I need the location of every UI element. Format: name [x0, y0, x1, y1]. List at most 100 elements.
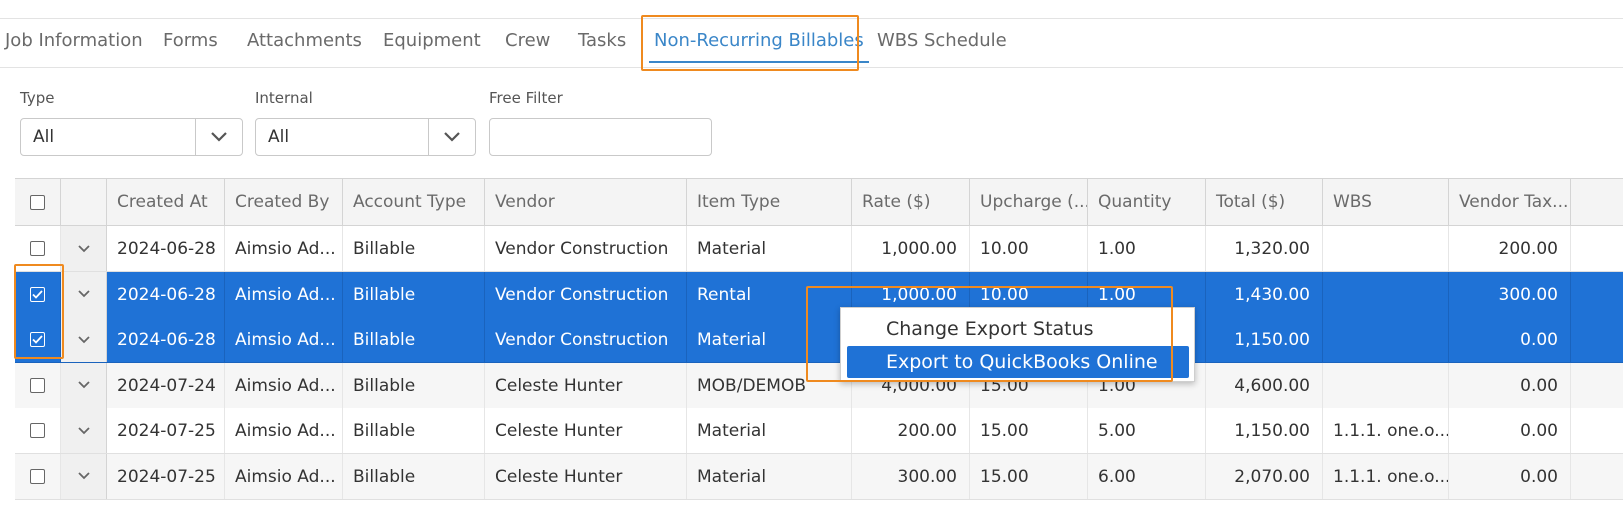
- cell-account-type: Billable: [343, 453, 485, 499]
- row-expand-button[interactable]: [61, 408, 107, 453]
- cell-created-at: 2024-06-28: [107, 317, 225, 362]
- col-quantity[interactable]: Quantity: [1088, 179, 1206, 225]
- cell-vendor-tax: 0.00: [1449, 408, 1571, 453]
- cell-rate: 1,000.00: [852, 226, 970, 271]
- table-row[interactable]: 2024-07-25 Aimsio Ad... Billable Celeste Hu…: [15, 453, 1623, 500]
- chevron-down-icon[interactable]: [195, 119, 242, 155]
- cell-created-at: 2024-06-28: [107, 271, 225, 317]
- cell-wbs: [1323, 362, 1449, 408]
- cell-rate: 300.00: [852, 453, 970, 499]
- chevron-down-icon: [77, 381, 90, 389]
- cell-upcharge: 15.00: [970, 453, 1088, 499]
- cell-vendor: Vendor Construction: [485, 317, 687, 362]
- cell-item-type: Material: [687, 408, 852, 453]
- cell-wbs: [1323, 317, 1449, 362]
- cell-vendor: Celeste Hunter: [485, 362, 687, 408]
- cell-total: 4,600.00: [1206, 362, 1323, 408]
- select-all-checkbox[interactable]: [30, 194, 45, 210]
- col-wbs[interactable]: WBS: [1323, 179, 1449, 225]
- row-expand-button[interactable]: [61, 453, 107, 499]
- cell-total: 1,430.00: [1206, 271, 1323, 317]
- cell-created-by: Aimsio Ad...: [225, 317, 343, 362]
- row-expand-button[interactable]: [61, 362, 107, 408]
- row-checkbox-checked[interactable]: [30, 286, 45, 302]
- col-vendor-tax[interactable]: Vendor Tax...: [1449, 179, 1571, 225]
- row-expand-button[interactable]: [61, 226, 107, 271]
- chevron-down-icon: [77, 335, 90, 344]
- tab-job-information[interactable]: Job Information: [5, 19, 143, 67]
- col-item-type[interactable]: Item Type: [687, 179, 852, 225]
- cell-vendor: Celeste Hunter: [485, 408, 687, 453]
- cell-wbs: 1.1.1. one.o...: [1323, 453, 1449, 499]
- chevron-down-icon: [77, 472, 90, 480]
- col-vendor[interactable]: Vendor: [485, 179, 687, 225]
- table-row[interactable]: 2024-06-28 Aimsio Ad... Billable Vendor Con…: [15, 271, 1623, 318]
- tab-tasks[interactable]: Tasks: [578, 19, 626, 67]
- tab-attachments[interactable]: Attachments: [247, 19, 362, 67]
- col-account-type[interactable]: Account Type: [343, 179, 485, 225]
- row-checkbox[interactable]: [30, 377, 45, 393]
- cell-item-type: Material: [687, 453, 852, 499]
- checkmark-icon: [32, 335, 43, 344]
- header-expander: [61, 179, 107, 225]
- chevron-down-icon[interactable]: [428, 119, 475, 155]
- row-checkbox[interactable]: [30, 241, 45, 256]
- table-row[interactable]: 2024-07-25 Aimsio Ad... Billable Celeste Hu…: [15, 408, 1623, 454]
- cell-rate: 200.00: [852, 408, 970, 453]
- type-filter-select[interactable]: All: [20, 118, 243, 156]
- cell-wbs: [1323, 226, 1449, 271]
- row-select-cell: [15, 317, 61, 362]
- row-expand-button[interactable]: [61, 317, 107, 362]
- col-total[interactable]: Total ($): [1206, 179, 1323, 225]
- table-row[interactable]: 2024-06-28 Aimsio Ad... Billable Vendor Con…: [15, 317, 1623, 363]
- row-expand-button[interactable]: [61, 271, 107, 317]
- col-created-at[interactable]: Created At: [107, 179, 225, 225]
- cell-account-type: Billable: [343, 226, 485, 271]
- tab-wbs-schedule[interactable]: WBS Schedule: [877, 19, 1007, 67]
- col-upcharge[interactable]: Upcharge (...: [970, 179, 1088, 225]
- cell-item-type: MOB/DEMOB: [687, 362, 852, 408]
- cell-item-type: Material: [687, 226, 852, 271]
- grid-header: Created At Created By Account Type Vendo…: [15, 178, 1623, 226]
- cell-vendor: Vendor Construction: [485, 226, 687, 271]
- menu-item-change-export-status[interactable]: Change Export Status: [847, 313, 1189, 345]
- free-filter-label: Free Filter: [489, 89, 563, 107]
- cell-quantity: 6.00: [1088, 453, 1206, 499]
- tab-non-recurring-billables[interactable]: Non-Recurring Billables: [649, 19, 869, 67]
- cell-wbs: 1.1.1. one.o...: [1323, 408, 1449, 453]
- cell-quantity: 5.00: [1088, 408, 1206, 453]
- tab-forms[interactable]: Forms: [163, 19, 218, 67]
- cell-created-by: Aimsio Ad...: [225, 362, 343, 408]
- cell-created-by: Aimsio Ad...: [225, 271, 343, 317]
- cell-created-at: 2024-07-24: [107, 362, 225, 408]
- col-rate[interactable]: Rate ($): [852, 179, 970, 225]
- cell-vendor-tax: 200.00: [1449, 226, 1571, 271]
- internal-filter-value: All: [268, 127, 290, 147]
- context-menu: Change Export Status Export to QuickBook…: [840, 307, 1195, 382]
- tab-bar: Job Information Forms Attachments Equipm…: [0, 18, 1623, 68]
- cell-upcharge: 15.00: [970, 408, 1088, 453]
- row-select-cell: [15, 271, 61, 317]
- row-checkbox[interactable]: [30, 468, 45, 484]
- cell-item-type: Material: [687, 317, 852, 362]
- cell-vendor-tax: 0.00: [1449, 362, 1571, 408]
- col-created-by[interactable]: Created By: [225, 179, 343, 225]
- free-filter-input[interactable]: [489, 118, 712, 156]
- type-filter-label: Type: [20, 89, 55, 107]
- cell-created-by: Aimsio Ad...: [225, 453, 343, 499]
- row-checkbox[interactable]: [30, 423, 45, 438]
- row-select-cell: [15, 362, 61, 408]
- row-checkbox-checked[interactable]: [30, 332, 45, 347]
- table-row[interactable]: 2024-06-28 Aimsio Ad... Billable Vendor Con…: [15, 226, 1623, 272]
- table-row[interactable]: 2024-07-24 Aimsio Ad... Billable Celeste Hu…: [15, 362, 1623, 409]
- cell-vendor: Celeste Hunter: [485, 453, 687, 499]
- tab-crew[interactable]: Crew: [505, 19, 550, 67]
- tab-equipment[interactable]: Equipment: [383, 19, 481, 67]
- cell-total: 1,320.00: [1206, 226, 1323, 271]
- menu-item-export-to-quickbooks-online[interactable]: Export to QuickBooks Online: [847, 346, 1189, 378]
- internal-filter-select[interactable]: All: [255, 118, 476, 156]
- chevron-down-icon: [77, 290, 90, 298]
- cell-created-at: 2024-07-25: [107, 408, 225, 453]
- cell-total: 2,070.00: [1206, 453, 1323, 499]
- cell-created-at: 2024-06-28: [107, 226, 225, 271]
